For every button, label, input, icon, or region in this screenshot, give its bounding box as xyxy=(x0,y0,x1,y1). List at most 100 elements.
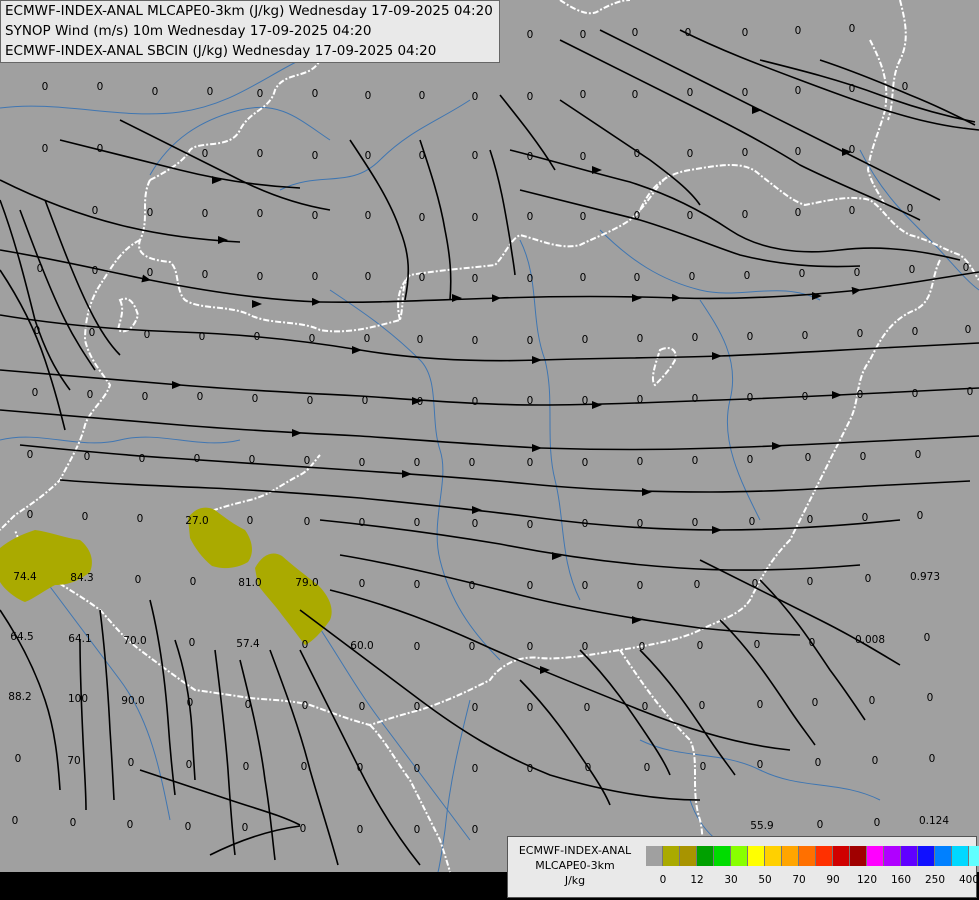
value-label: 0 xyxy=(584,702,591,714)
colorbar-swatch xyxy=(663,846,680,866)
value-label: 0 xyxy=(187,697,194,709)
value-label: 0 xyxy=(742,147,749,159)
value-label: 0 xyxy=(417,396,424,408)
value-label: 0 xyxy=(812,697,819,709)
colorbar-label: 12 xyxy=(690,874,704,886)
value-label: 0 xyxy=(927,692,934,704)
value-label: 0 xyxy=(257,271,264,283)
colorbar-label: 0 xyxy=(659,874,667,886)
value-label: 0 xyxy=(359,457,366,469)
value-label: 0 xyxy=(799,268,806,280)
value-label: 0 xyxy=(365,210,372,222)
value-label: 0 xyxy=(795,146,802,158)
value-label: 0 xyxy=(634,148,641,160)
colorbar-label: 250 xyxy=(924,874,946,886)
value-label: 0 xyxy=(469,457,476,469)
value-label: 0 xyxy=(742,209,749,221)
value-label: 81.0 xyxy=(238,577,261,589)
value-label: 0 xyxy=(699,700,706,712)
value-label: 0 xyxy=(27,509,34,521)
value-label: 0 xyxy=(527,519,534,531)
colorbar-label: 400 xyxy=(958,874,979,886)
value-label: 0 xyxy=(527,211,534,223)
value-label: 0 xyxy=(472,518,479,530)
value-label: 0 xyxy=(302,700,309,712)
value-label: 0 xyxy=(357,824,364,836)
value-label: 0 xyxy=(34,325,41,337)
title-line-cin: ECMWF-INDEX-ANAL SBCIN (J/kg) Wednesday … xyxy=(5,43,437,59)
colorbar-label: 30 xyxy=(724,874,738,886)
value-label: 0 xyxy=(257,208,264,220)
map-title-legend: ECMWF-INDEX-ANAL MLCAPE0-3km (J/kg) Wedn… xyxy=(0,0,500,63)
value-label: 0 xyxy=(128,757,135,769)
value-label: 0 xyxy=(142,391,149,403)
value-label: 84.3 xyxy=(70,572,93,584)
value-label: 0 xyxy=(742,87,749,99)
colorbar-swatch xyxy=(748,846,765,866)
value-label: 0 xyxy=(527,580,534,592)
colorbar-swatch xyxy=(935,846,952,866)
colorbar-swatch xyxy=(782,846,799,866)
value-label: 0 xyxy=(414,763,421,775)
value-label: 0 xyxy=(139,453,146,465)
value-label: 0 xyxy=(469,580,476,592)
value-label: 0 xyxy=(580,272,587,284)
value-label: 0 xyxy=(414,701,421,713)
value-label: 0 xyxy=(359,578,366,590)
value-label: 0 xyxy=(849,23,856,35)
colorbar-title-line-1: ECMWF-INDEX-ANAL xyxy=(518,844,632,857)
value-label: 0 xyxy=(472,150,479,162)
value-label: 0 xyxy=(359,517,366,529)
value-label: 0 xyxy=(582,457,589,469)
value-label: 0 xyxy=(795,207,802,219)
value-label: 0 xyxy=(42,143,49,155)
value-label: 0 xyxy=(419,90,426,102)
value-label: 64.1 xyxy=(68,633,91,645)
value-label: 0 xyxy=(685,27,692,39)
colorbar-swatch xyxy=(850,846,867,866)
value-label: 0 xyxy=(912,326,919,338)
value-label: 0 xyxy=(744,270,751,282)
value-label: 0 xyxy=(190,576,197,588)
value-label: 0 xyxy=(127,819,134,831)
value-label: 0 xyxy=(632,27,639,39)
value-label: 0 xyxy=(637,518,644,530)
value-label: 0 xyxy=(472,702,479,714)
value-label: 0 xyxy=(207,86,214,98)
value-label: 0 xyxy=(137,513,144,525)
value-label: 0 xyxy=(202,269,209,281)
colorbar-swatch xyxy=(901,846,918,866)
colorbar-swatch xyxy=(867,846,884,866)
colorbar-swatch xyxy=(918,846,935,866)
value-label: 0 xyxy=(687,87,694,99)
value-label: 0 xyxy=(924,632,931,644)
value-label: 0 xyxy=(694,579,701,591)
value-label: 0 xyxy=(849,205,856,217)
value-label: 0 xyxy=(89,327,96,339)
value-label: 0 xyxy=(527,641,534,653)
value-label: 0 xyxy=(257,148,264,160)
value-label: 0 xyxy=(312,210,319,222)
value-label: 0 xyxy=(687,210,694,222)
value-label: 0 xyxy=(634,210,641,222)
value-label: 0 xyxy=(15,753,22,765)
value-label: 0 xyxy=(309,333,316,345)
value-label: 0 xyxy=(247,515,254,527)
value-label: 0 xyxy=(254,331,261,343)
value-label: 0 xyxy=(692,517,699,529)
value-label: 0 xyxy=(147,267,154,279)
value-label: 0 xyxy=(580,151,587,163)
value-label: 70.0 xyxy=(123,635,146,647)
value-label: 0 xyxy=(84,451,91,463)
value-label: 0 xyxy=(419,150,426,162)
value-label: 0 xyxy=(742,27,749,39)
value-label: 0 xyxy=(245,699,252,711)
value-label: 0 xyxy=(364,333,371,345)
value-label: 60.0 xyxy=(350,640,373,652)
value-label: 0 xyxy=(849,144,856,156)
value-label: 0 xyxy=(915,449,922,461)
value-label: 0 xyxy=(872,755,879,767)
value-label: 0 xyxy=(527,335,534,347)
value-label: 0 xyxy=(97,143,104,155)
value-label: 0 xyxy=(199,331,206,343)
